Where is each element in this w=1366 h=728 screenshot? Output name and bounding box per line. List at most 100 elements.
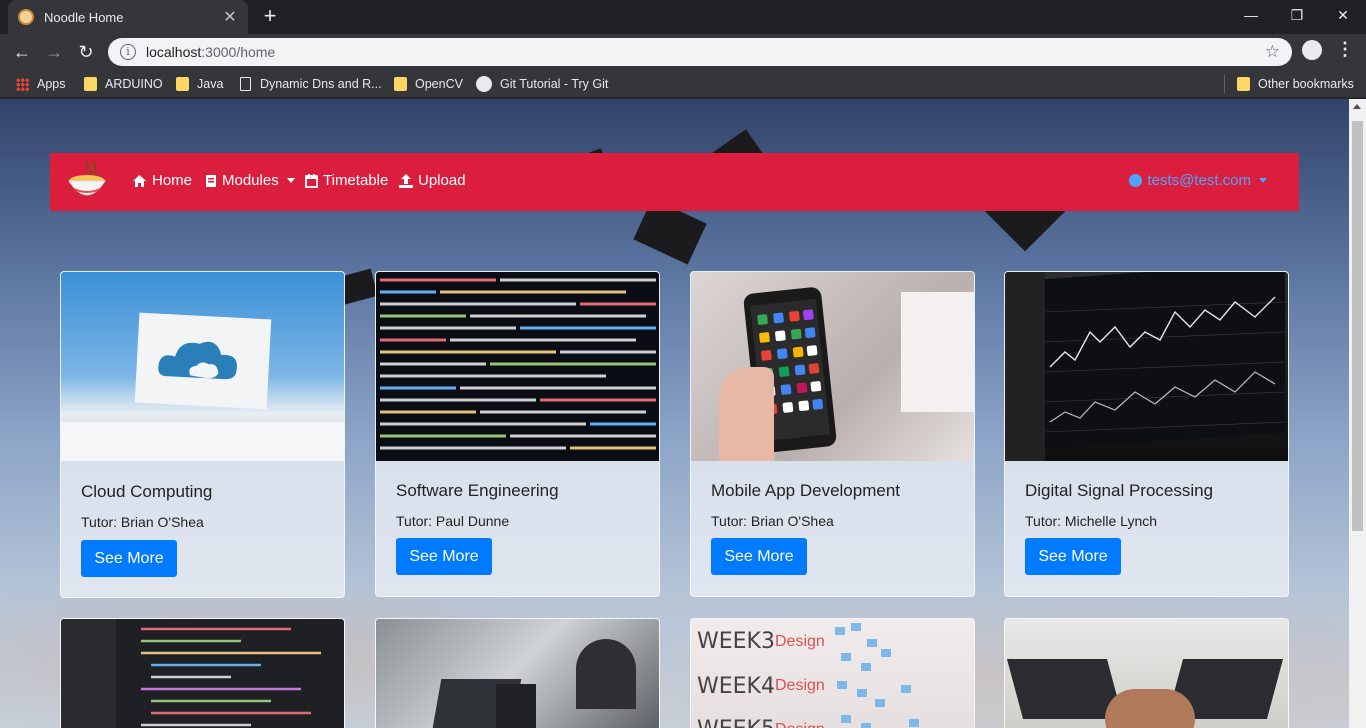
minimize-button[interactable]: — xyxy=(1228,0,1274,30)
tab-title: Noodle Home xyxy=(44,9,124,25)
nav-upload[interactable]: Upload xyxy=(399,172,466,189)
module-card: WEEK3 Design WEEK4 Design WEEK5 Design xyxy=(690,618,975,728)
calendar-icon xyxy=(305,173,318,188)
see-more-button[interactable]: See More xyxy=(81,540,177,577)
module-card: Cloud Computing Tutor: Brian O'Shea See … xyxy=(60,271,345,598)
nav-home-label: Home xyxy=(152,172,193,189)
module-title: Digital Signal Processing xyxy=(1025,481,1214,500)
site-info-icon[interactable]: i xyxy=(120,44,136,60)
restore-button[interactable]: ❐ xyxy=(1274,0,1320,30)
whiteboard-line: WEEK5 xyxy=(697,717,775,728)
meeting-laptops-photo xyxy=(376,619,659,728)
whiteboard-tag: Design xyxy=(775,633,825,650)
bookmarks-divider xyxy=(1224,75,1225,93)
back-button[interactable]: ← xyxy=(8,38,36,66)
module-title: Mobile App Development xyxy=(711,481,901,500)
cloud-bank xyxy=(61,422,344,461)
code-editor-photo xyxy=(61,619,344,728)
page-viewport: Home Modules Timetable Upload tests@test… xyxy=(0,99,1349,728)
bookmark-java[interactable]: Java xyxy=(176,74,223,94)
bookmark-label: ARDUINO xyxy=(105,77,163,91)
bookmark-git-tutorial[interactable]: Git Tutorial - Try Git xyxy=(476,74,608,94)
bookmark-arduino[interactable]: ARDUINO xyxy=(84,74,163,94)
module-card xyxy=(375,618,660,728)
folder-icon xyxy=(176,77,189,91)
scrollbar-thumb[interactable] xyxy=(1352,121,1363,531)
close-window-button[interactable]: ✕ xyxy=(1320,0,1366,30)
paper-sheet xyxy=(134,312,272,410)
reload-button[interactable]: ↻ xyxy=(72,38,100,66)
book-icon xyxy=(206,174,216,187)
bookmark-other[interactable]: Other bookmarks xyxy=(1237,74,1354,94)
module-card: Software Engineering Tutor: Paul Dunne S… xyxy=(375,271,660,597)
bookmark-label: Apps xyxy=(37,77,66,91)
bookmark-label: Dynamic Dns and R... xyxy=(260,77,382,91)
cloud-icon xyxy=(158,341,237,380)
see-more-button[interactable]: See More xyxy=(711,538,807,575)
browser-tab[interactable]: Noodle Home ✕ xyxy=(8,0,248,34)
background-window xyxy=(901,292,974,412)
caret-down-icon xyxy=(1259,178,1267,183)
caret-down-icon xyxy=(286,178,295,183)
laptop xyxy=(496,684,536,728)
folder-icon xyxy=(394,77,407,91)
code-lines-graphic xyxy=(380,278,656,450)
see-more-button[interactable]: See More xyxy=(396,538,492,575)
new-tab-button[interactable]: + xyxy=(258,5,282,29)
profile-avatar-icon[interactable] xyxy=(1302,40,1322,60)
close-tab-icon[interactable]: ✕ xyxy=(222,7,238,27)
page-scrollbar[interactable] xyxy=(1349,99,1366,728)
apps-grid-icon xyxy=(16,77,29,91)
nav-modules-dropdown[interactable]: Modules xyxy=(205,172,295,189)
scroll-up-arrow-icon[interactable] xyxy=(1353,104,1361,109)
nav-timetable[interactable]: Timetable xyxy=(305,172,388,189)
page-icon xyxy=(240,77,251,91)
bookmark-opencv[interactable]: OpenCV xyxy=(394,74,463,94)
bookmarks-bar: Apps ARDUINO Java Dynamic Dns and R... O… xyxy=(0,70,1366,98)
url-host: localhost xyxy=(146,44,202,60)
browser-toolbar: ← → ↻ i localhost:3000/home ☆ xyxy=(0,34,1366,70)
module-tutor: Tutor: Brian O'Shea xyxy=(81,514,204,530)
source-code-photo xyxy=(376,272,659,461)
user-email: tests@test.com xyxy=(1147,172,1251,189)
nav-upload-label: Upload xyxy=(418,172,466,189)
fists xyxy=(1105,689,1195,728)
sticky-notes-graphic xyxy=(835,623,919,728)
hand xyxy=(719,367,774,461)
person xyxy=(576,639,636,709)
url-path: :3000/home xyxy=(201,44,276,60)
github-icon xyxy=(476,76,492,92)
user-account-dropdown[interactable]: tests@test.com xyxy=(1129,172,1267,189)
whiteboard-line: WEEK4 xyxy=(697,674,775,699)
module-card: Digital Signal Processing Tutor: Michell… xyxy=(1004,271,1289,597)
module-tutor: Tutor: Michelle Lynch xyxy=(1025,513,1158,529)
address-bar[interactable]: i localhost:3000/home ☆ xyxy=(108,38,1292,66)
whiteboard-line: WEEK3 xyxy=(697,629,775,654)
whiteboard-sprints-photo: WEEK3 Design WEEK4 Design WEEK5 Design xyxy=(691,619,974,728)
see-more-button[interactable]: See More xyxy=(1025,538,1121,575)
upload-icon xyxy=(399,173,413,188)
module-tutor: Tutor: Brian O'Shea xyxy=(711,513,834,529)
nav-home[interactable]: Home xyxy=(132,172,192,189)
browser-titlebar: Noodle Home ✕ + — ❐ ✕ xyxy=(0,0,1366,34)
forward-button[interactable]: → xyxy=(40,38,68,66)
bookmark-label: OpenCV xyxy=(415,77,463,91)
whiteboard-tag: Design xyxy=(775,721,825,728)
folder-icon xyxy=(84,77,97,91)
module-card xyxy=(1004,618,1289,728)
bookmark-label: Other bookmarks xyxy=(1258,77,1354,91)
module-card: Mobile App Development Tutor: Brian O'Sh… xyxy=(690,271,975,597)
home-icon xyxy=(133,174,146,187)
bookmark-label: Git Tutorial - Try Git xyxy=(500,77,609,91)
bookmark-star-icon[interactable]: ☆ xyxy=(1265,42,1280,62)
module-title: Software Engineering xyxy=(396,481,559,500)
nav-timetable-label: Timetable xyxy=(323,172,389,189)
nav-modules-label: Modules xyxy=(222,172,279,189)
noodle-logo-icon[interactable] xyxy=(66,159,108,205)
chrome-menu-icon[interactable]: ⋮ xyxy=(1336,38,1354,62)
smartphone-photo xyxy=(691,272,974,461)
bookmark-dynamic-dns[interactable]: Dynamic Dns and R... xyxy=(240,74,382,94)
module-title: Cloud Computing xyxy=(81,482,213,501)
bookmark-apps[interactable]: Apps xyxy=(16,74,66,94)
stock-chart-graphic xyxy=(1005,272,1286,461)
